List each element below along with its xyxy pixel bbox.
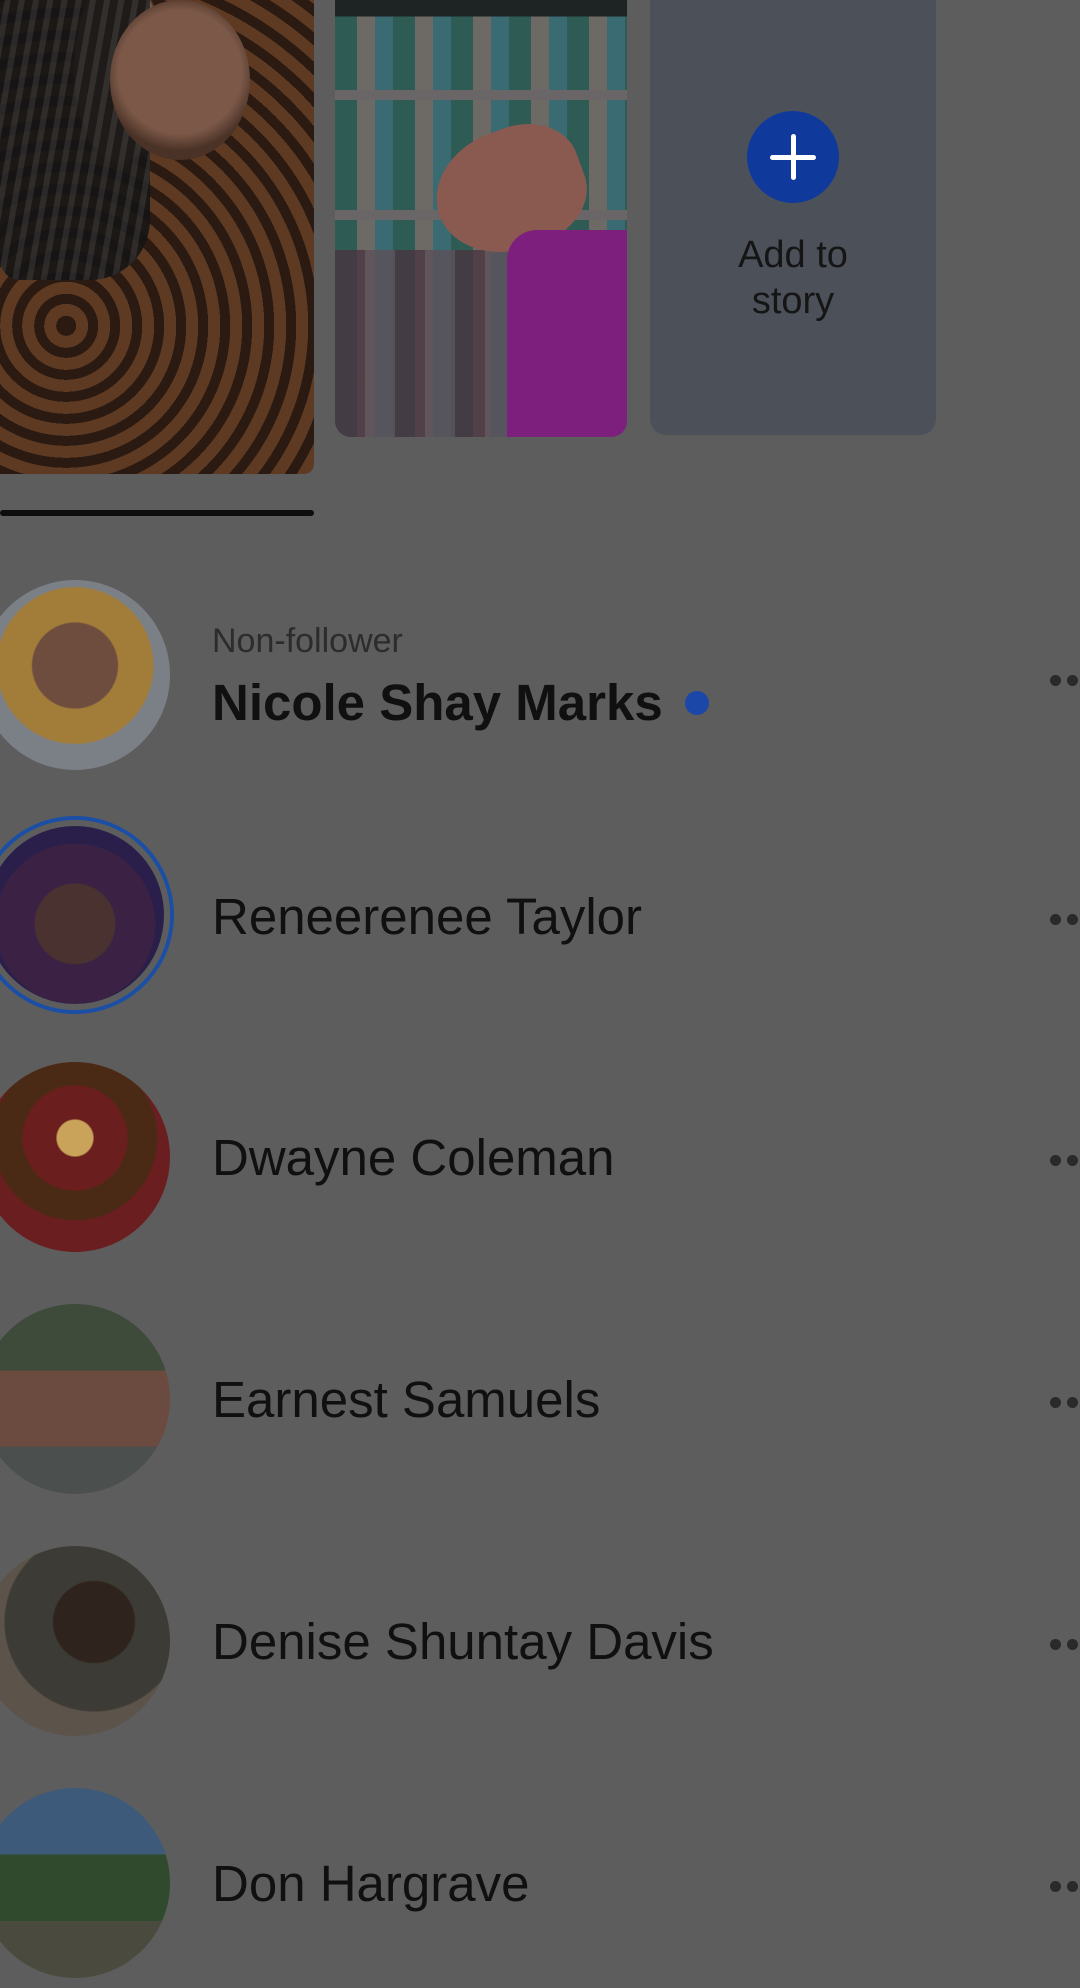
more-horizontal-icon[interactable] bbox=[1050, 675, 1080, 687]
contact-row[interactable]: Denise Shuntay Davis bbox=[0, 1546, 1080, 1746]
contact-name: Don Hargrave bbox=[212, 1855, 530, 1912]
contact-name: Earnest Samuels bbox=[212, 1371, 601, 1428]
story-image-sleeve bbox=[507, 230, 627, 437]
more-horizontal-icon[interactable] bbox=[1050, 1881, 1080, 1893]
contact-row[interactable]: Don Hargrave bbox=[0, 1788, 1080, 1988]
unread-dot-icon bbox=[684, 690, 709, 715]
contact-name: Reneerenee Taylor bbox=[212, 888, 643, 945]
contact-row[interactable]: Earnest Samuels bbox=[0, 1304, 1080, 1504]
avatar[interactable] bbox=[0, 1304, 170, 1494]
story-card-2[interactable] bbox=[335, 0, 627, 437]
contact-subtitle: Non-follower bbox=[212, 622, 403, 660]
contact-name: Dwayne Coleman bbox=[212, 1129, 615, 1186]
more-horizontal-icon[interactable] bbox=[1050, 914, 1080, 926]
contact-name: Denise Shuntay Davis bbox=[212, 1613, 714, 1670]
contact-name: Nicole Shay Marks bbox=[212, 674, 663, 731]
avatar[interactable] bbox=[0, 820, 170, 1010]
story-selected-indicator bbox=[0, 510, 314, 516]
avatar[interactable] bbox=[0, 1788, 170, 1978]
contact-row[interactable]: Reneerenee Taylor bbox=[0, 820, 1080, 1020]
story-image-face bbox=[110, 0, 250, 160]
contact-row[interactable]: Non-follower Nicole Shay Marks bbox=[0, 580, 1080, 780]
add-to-story-label: Add to story bbox=[738, 234, 848, 322]
story-card-1[interactable] bbox=[0, 0, 314, 474]
story-image-shelf bbox=[335, 90, 627, 100]
plus-icon[interactable] bbox=[747, 111, 839, 203]
avatar[interactable] bbox=[0, 1546, 170, 1736]
more-horizontal-icon[interactable] bbox=[1050, 1397, 1080, 1409]
more-horizontal-icon[interactable] bbox=[1050, 1639, 1080, 1651]
avatar[interactable] bbox=[0, 580, 170, 770]
contact-name-wrap: Nicole Shay Marks bbox=[212, 673, 709, 732]
avatar[interactable] bbox=[0, 1062, 170, 1252]
more-horizontal-icon[interactable] bbox=[1050, 1155, 1080, 1167]
contact-row[interactable]: Dwayne Coleman bbox=[0, 1062, 1080, 1262]
add-to-story-card[interactable] bbox=[650, 0, 936, 435]
stories-tray: Add to story bbox=[0, 0, 1080, 520]
